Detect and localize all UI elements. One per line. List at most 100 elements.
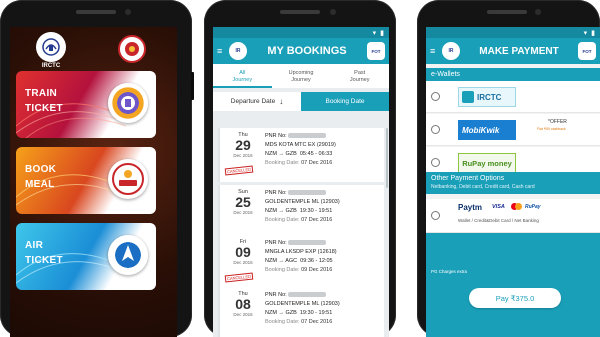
front-camera: [125, 9, 131, 15]
booking-info: PNR No: GOLDENTEMPLE ML (12903) NZM → GZ…: [265, 291, 340, 327]
tab-label: Journey: [232, 77, 253, 83]
mastercard-logo: [511, 203, 522, 210]
ewallets-header: e-Wallets: [426, 68, 600, 81]
card-label-line1: BOOK: [25, 164, 57, 175]
booking-date-label: Booking Date:: [265, 217, 300, 223]
arrow-right-icon: →: [278, 310, 284, 316]
pnr-redacted: [288, 190, 327, 196]
pnr-redacted: [288, 133, 327, 139]
journey-time: 19:30 - 19:51: [299, 310, 333, 316]
book-meal-card[interactable]: BOOK MEAL: [16, 147, 156, 214]
radio-button[interactable]: [431, 158, 440, 167]
irctc-train-logo-icon: [108, 83, 148, 123]
month-year: Dec 2016: [233, 210, 253, 215]
offer-text: Flat ₹50 cashback: [537, 127, 566, 131]
tab-label: Upcoming: [288, 70, 314, 76]
wifi-icon: ▾: [372, 29, 377, 37]
month-year: Dec 2016: [233, 153, 253, 158]
food-on-track-header-logo[interactable]: FOT: [367, 42, 385, 60]
from-station: NZM: [265, 151, 277, 157]
offer-title: *OFFER: [548, 119, 567, 125]
air-ticket-card[interactable]: AIR TICKET: [16, 223, 156, 290]
arrow-down-icon: ↓: [279, 97, 284, 106]
page-title: MAKE PAYMENT: [479, 45, 559, 57]
pnr-label: PNR No:: [265, 240, 287, 246]
from-station: NZM: [265, 258, 277, 264]
pg-charges-note: PG Charges extra: [431, 269, 468, 274]
tab-label: Journey: [349, 77, 370, 83]
journey-tabs: All Journey Upcoming Journey Past Journey: [213, 64, 389, 88]
booking-info: PNR No: MDS KOTA MTC EX (29019) NZM → GZ…: [265, 132, 336, 168]
tab-all-journey[interactable]: All Journey: [213, 64, 272, 88]
wallet-option-mobikwik[interactable]: MobiKwik *OFFER Flat ₹50 cashback: [426, 114, 600, 146]
tab-upcoming-journey[interactable]: Upcoming Journey: [272, 64, 331, 88]
radio-button[interactable]: [431, 125, 440, 134]
card-label-line1: AIR: [25, 240, 44, 251]
booking-card[interactable]: Thu 08 Dec 2016 PNR No: GOLDENTEMPLE ML …: [218, 287, 384, 337]
journey-date: Fri 09 Dec 2016: [228, 239, 258, 265]
train-ticket-label: TRAIN TICKET: [25, 86, 63, 116]
pnr-label: PNR No:: [265, 292, 287, 298]
card-label-line2: TICKET: [25, 103, 63, 114]
wallet-option-irctc[interactable]: IRCTC: [426, 81, 600, 113]
card-label-line1: TRAIN: [25, 88, 58, 99]
app-header: ≡ IR MAKE PAYMENT FOT: [426, 38, 600, 64]
from-station: NZM: [265, 310, 277, 316]
train-ticket-card[interactable]: TRAIN TICKET: [16, 71, 156, 138]
front-camera: [330, 9, 336, 15]
battery-icon: ▮: [380, 29, 384, 37]
journey-time: 19:30 - 19:51: [299, 208, 333, 214]
sort-booking-date-button[interactable]: Booking Date: [301, 92, 389, 111]
status-bar: ▾ ▮: [213, 27, 389, 38]
booking-date: 09 Dec 2016: [301, 267, 333, 273]
other-payment-header: Other Payment Options: [426, 172, 600, 184]
to-station: GZB: [285, 151, 297, 157]
tab-label: All: [239, 70, 246, 76]
booking-date: 07 Dec 2016: [301, 319, 333, 325]
wallet-icon: [462, 91, 474, 103]
food-on-track-header-logo[interactable]: FOT: [578, 42, 596, 60]
journey-time: 09:36 - 12:05: [300, 258, 333, 264]
pnr-redacted: [288, 292, 327, 298]
booking-card[interactable]: Thu 29 Dec 2016 CANCELLED PNR No: MDS KO…: [218, 128, 384, 182]
irctc-header-logo: IR: [442, 42, 460, 60]
arrow-right-icon: →: [278, 208, 284, 214]
page-title: MY BOOKINGS: [267, 45, 347, 57]
list-scrollbar[interactable]: [386, 128, 388, 188]
radio-button[interactable]: [431, 92, 440, 101]
wifi-icon: ▾: [583, 29, 588, 37]
sort-departure-date-button[interactable]: Departure Date ↓: [213, 92, 301, 111]
wallet-name: IRCTC: [477, 92, 502, 102]
card-label-line2: MEAL: [25, 179, 55, 190]
tab-past-journey[interactable]: Past Journey: [330, 64, 389, 88]
irctc-emblem-icon: [42, 38, 60, 56]
cancelled-stamp: CANCELLED: [224, 272, 254, 283]
tab-label: Journey: [291, 77, 311, 83]
journey-date: Thu 08 Dec 2016: [228, 291, 258, 317]
pay-button[interactable]: Pay ₹375.0: [469, 288, 561, 308]
paytm-description: Wallet / Credit&Debit Card / Net Banking: [458, 218, 539, 223]
booking-card[interactable]: Fri 09 Dec 2016 CANCELLED PNR No: MNGLA …: [218, 235, 384, 289]
pay-footer: PG Charges extra: [426, 233, 600, 337]
month-year: Dec 2016: [233, 260, 253, 265]
to-station: GZB: [285, 208, 297, 214]
battery-icon: ▮: [591, 29, 595, 37]
speaker-grille: [487, 10, 527, 14]
visa-logo: VISA: [492, 204, 505, 210]
power-button: [191, 72, 194, 100]
menu-icon[interactable]: ≡: [430, 46, 442, 56]
booking-card[interactable]: Sun 25 Dec 2016 PNR No: GOLDENTEMPLE ML …: [218, 185, 384, 239]
rupay-money-logo: RuPay money: [458, 153, 516, 173]
menu-icon[interactable]: ≡: [217, 46, 229, 56]
paytm-option[interactable]: Paytm VISA RuPay Wallet / Credit&Debit C…: [426, 199, 600, 233]
app-header: ≡ IR MY BOOKINGS FOT: [213, 38, 389, 64]
train-name: GOLDENTEMPLE ML (12903): [265, 301, 340, 307]
month-year: Dec 2016: [233, 312, 253, 317]
sort-label: Departure Date: [230, 98, 276, 105]
mobikwik-logo: MobiKwik: [458, 120, 516, 140]
day-number: 09: [235, 244, 251, 260]
train-name: GOLDENTEMPLE ML (12903): [265, 199, 340, 205]
make-payment-screen: ▾ ▮ ≡ IR MAKE PAYMENT FOT e-Wallets IRCTC…: [426, 27, 600, 337]
radio-button[interactable]: [431, 211, 440, 220]
food-on-track-logo-icon: [108, 159, 148, 199]
